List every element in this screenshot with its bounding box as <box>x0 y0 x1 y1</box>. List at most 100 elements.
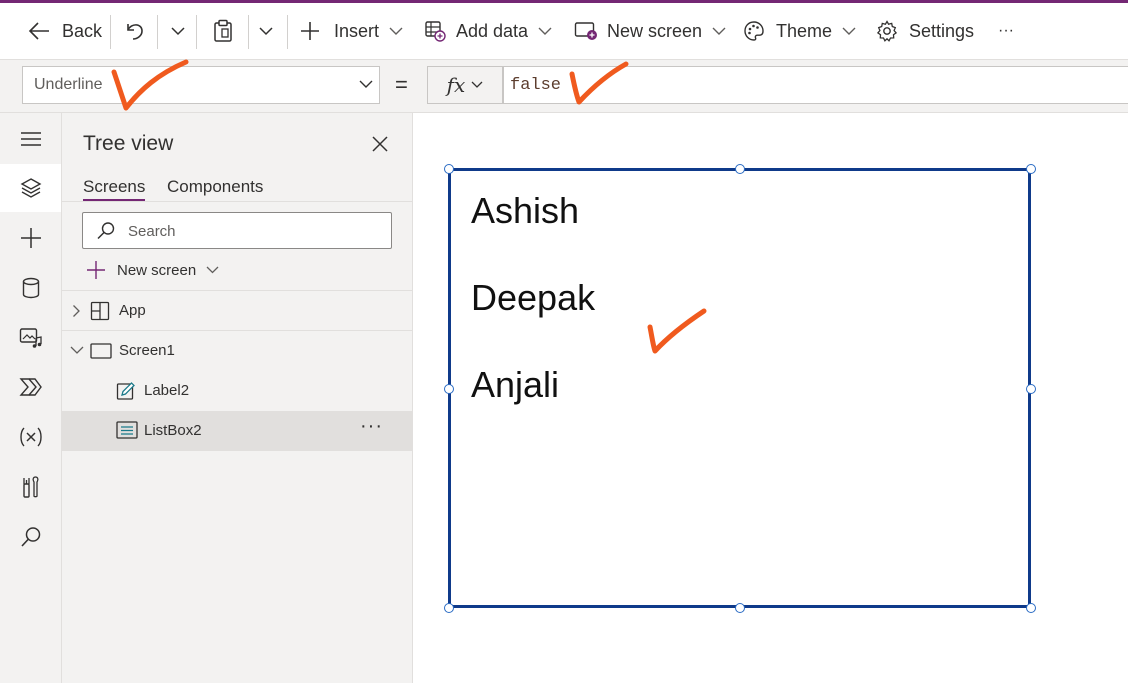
tree-node-listbox[interactable]: ListBox2 ··· <box>62 411 412 451</box>
variables-button[interactable] <box>0 413 61 461</box>
resize-handle[interactable] <box>1026 384 1036 394</box>
search-rail-button[interactable] <box>0 513 61 561</box>
chevron-down-icon <box>359 80 373 88</box>
listbox-item[interactable]: Ashish <box>471 190 579 232</box>
command-bar: Back Insert Add data New screen Theme Se… <box>0 3 1128 60</box>
separator <box>157 15 158 49</box>
property-dropdown[interactable]: Underline <box>22 66 380 104</box>
undo-dropdown-button[interactable] <box>170 3 186 59</box>
left-rail <box>0 113 62 683</box>
plus-icon <box>20 228 41 248</box>
tab-screens[interactable]: Screens <box>83 177 145 197</box>
tree-node-label: Screen1 <box>119 342 175 359</box>
chevron-down-icon <box>712 27 726 35</box>
layers-icon <box>20 178 41 198</box>
tree-view-panel: Tree view Screens Components Search New … <box>62 113 413 683</box>
formula-value: false <box>510 76 562 95</box>
screen-icon <box>90 343 112 359</box>
tree-node-label-control[interactable]: Label2 <box>62 371 412 411</box>
theme-label: Theme <box>776 20 833 41</box>
settings-button[interactable]: Settings <box>876 3 974 59</box>
new-screen-link-label: New screen <box>117 261 197 279</box>
menu-button[interactable] <box>0 115 61 163</box>
search-icon <box>20 527 40 547</box>
new-screen-link[interactable]: New screen <box>86 259 219 281</box>
listbox-icon <box>116 421 138 439</box>
tree-node-label: Label2 <box>144 382 190 399</box>
tree-search-input[interactable]: Search <box>82 212 392 249</box>
chevron-down-icon <box>206 266 219 274</box>
palette-icon <box>744 21 764 41</box>
chevron-down-icon[interactable] <box>70 346 84 355</box>
insert-button[interactable]: Insert <box>300 3 403 59</box>
resize-handle[interactable] <box>1026 603 1036 613</box>
separator <box>287 15 288 49</box>
settings-label: Settings <box>909 20 975 41</box>
paste-button[interactable] <box>212 3 234 59</box>
chevron-down-icon <box>538 27 552 35</box>
equals-sign: = <box>395 72 408 97</box>
search-placeholder: Search <box>128 223 176 240</box>
add-data-button[interactable]: Add data <box>424 3 552 59</box>
undo-button[interactable] <box>124 3 146 59</box>
close-icon[interactable] <box>371 135 389 153</box>
tree-node-label: ListBox2 <box>144 422 202 439</box>
listbox-item[interactable]: Deepak <box>471 277 595 319</box>
undo-icon <box>127 24 143 40</box>
new-screen-icon <box>574 22 597 40</box>
more-options-button[interactable]: ··· <box>360 415 383 438</box>
resize-handle[interactable] <box>444 603 454 613</box>
listbox-control[interactable]: Ashish Deepak Anjali <box>448 168 1031 608</box>
hamburger-icon <box>20 132 41 146</box>
tree-node-app[interactable]: App <box>62 291 412 331</box>
chevron-down-icon <box>259 27 273 36</box>
resize-handle[interactable] <box>444 164 454 174</box>
search-icon <box>97 222 115 240</box>
media-button[interactable] <box>0 314 61 362</box>
clipboard-icon <box>214 19 232 42</box>
separator <box>196 15 197 49</box>
new-screen-button[interactable]: New screen <box>574 3 726 59</box>
app-grid-icon <box>90 301 110 321</box>
tree-node-screen[interactable]: Screen1 <box>62 331 412 371</box>
add-data-label: Add data <box>456 20 529 41</box>
arrow-left-icon <box>28 22 49 40</box>
resize-handle[interactable] <box>735 164 745 174</box>
variables-icon <box>19 427 42 447</box>
label-edit-icon <box>116 382 135 400</box>
theme-button[interactable]: Theme <box>743 3 856 59</box>
back-button[interactable]: Back <box>28 3 102 59</box>
separator <box>110 15 111 49</box>
tree-node-label: App <box>119 302 146 319</box>
tree-view-title: Tree view <box>83 132 174 155</box>
chevron-down-icon <box>171 27 185 36</box>
insert-label: Insert <box>334 20 380 41</box>
chevron-right-icon[interactable] <box>72 304 81 318</box>
chevron-down-icon <box>842 27 856 35</box>
more-button[interactable]: ··· <box>998 3 1014 59</box>
chevron-down-icon <box>389 27 403 35</box>
data-button[interactable] <box>0 264 61 312</box>
power-automate-button[interactable] <box>0 363 61 411</box>
tools-button[interactable] <box>0 463 61 511</box>
tree-view-button[interactable] <box>0 164 61 212</box>
paste-dropdown-button[interactable] <box>258 3 274 59</box>
database-icon <box>22 277 39 299</box>
listbox-item[interactable]: Anjali <box>471 364 559 406</box>
resize-handle[interactable] <box>1026 164 1036 174</box>
tools-icon <box>22 476 39 498</box>
formula-input[interactable]: false <box>503 66 1128 104</box>
gear-icon <box>876 20 898 42</box>
media-icon <box>19 328 42 348</box>
plus-icon <box>301 22 319 40</box>
tab-components[interactable]: Components <box>167 177 263 197</box>
table-add-icon <box>425 21 446 42</box>
resize-handle[interactable] <box>735 603 745 613</box>
separator <box>248 15 249 49</box>
resize-handle[interactable] <box>444 384 454 394</box>
power-automate-icon <box>18 378 42 396</box>
insert-rail-button[interactable] <box>0 214 61 262</box>
divider <box>62 201 412 202</box>
property-value: Underline <box>34 76 103 93</box>
function-button[interactable]: fx <box>427 66 503 104</box>
